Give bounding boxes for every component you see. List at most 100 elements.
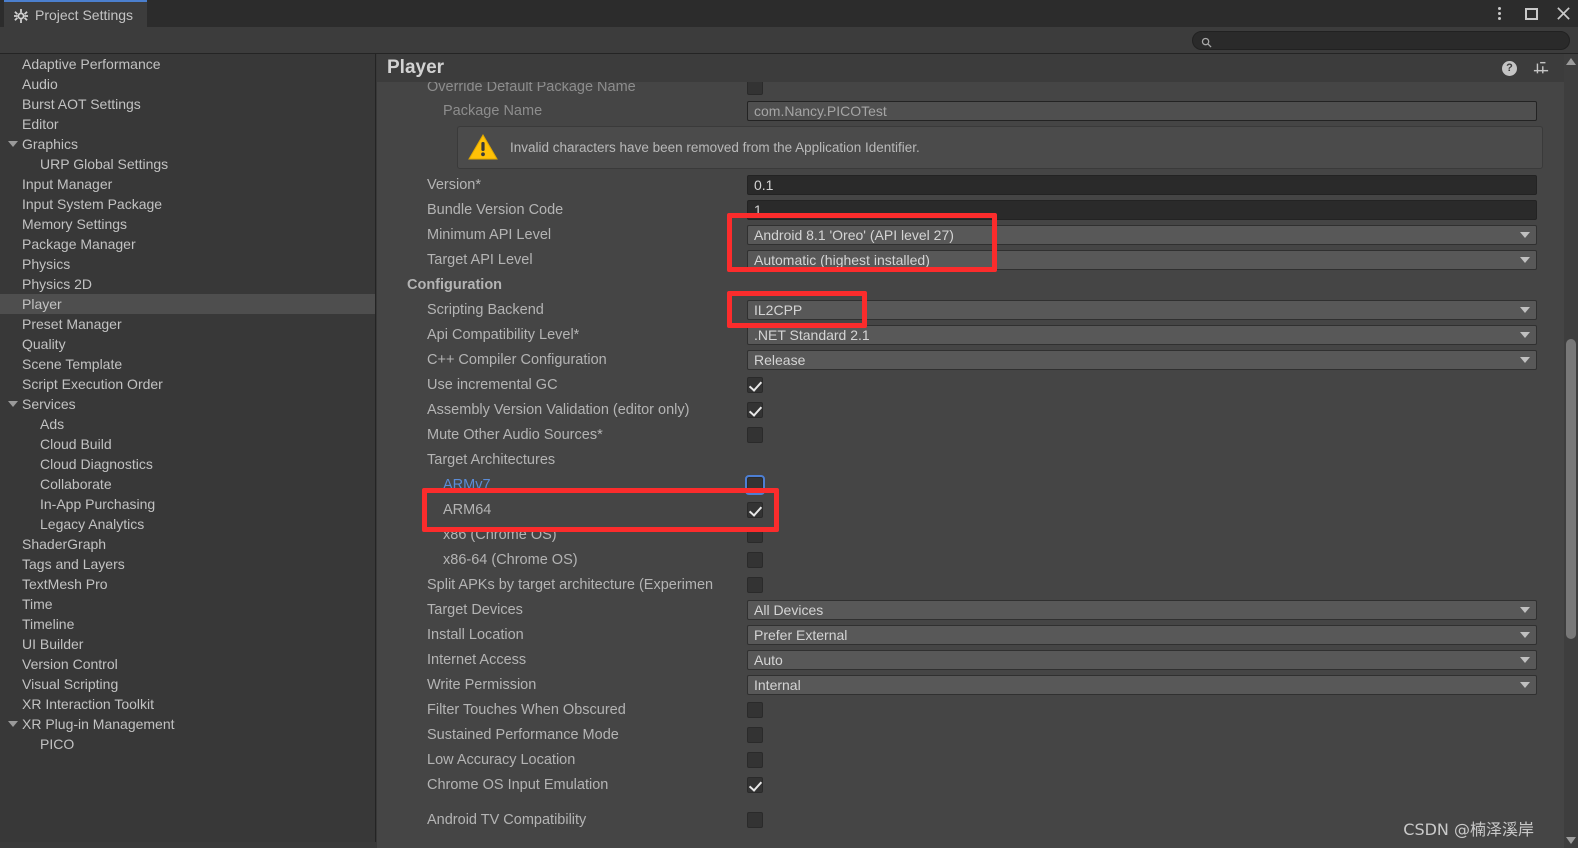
dropdown-target-devices[interactable]: All Devices	[747, 599, 1537, 620]
checkbox-x86-chrome-os[interactable]	[747, 526, 763, 543]
sidebar-item-xr-plug-in-management[interactable]: XR Plug-in Management	[0, 714, 375, 734]
preset-icon[interactable]	[1533, 60, 1549, 76]
tab-project-settings[interactable]: Project Settings	[4, 0, 148, 27]
expand-triangle-icon[interactable]	[8, 141, 18, 147]
sidebar-item-label: URP Global Settings	[40, 156, 169, 172]
setting-label: Minimum API Level	[427, 226, 552, 243]
sidebar-item-label: ShaderGraph	[22, 536, 107, 552]
sidebar-item-physics-2d[interactable]: Physics 2D	[0, 274, 375, 294]
close-icon[interactable]	[1554, 5, 1572, 23]
page-title: Player	[387, 57, 445, 78]
control-slot	[747, 376, 763, 393]
checkbox-chrome-os-input-emulation[interactable]	[747, 776, 763, 793]
sidebar-item-tags-and-layers[interactable]: Tags and Layers	[0, 554, 375, 574]
dropdown-scripting-backend[interactable]: IL2CPP	[747, 299, 1537, 320]
sidebar-item-graphics[interactable]: Graphics	[0, 134, 375, 154]
sidebar-nav-list: Adaptive Performance Audio Burst AOT Setti…	[0, 54, 375, 754]
setting-label: Use incremental GC	[427, 376, 558, 393]
setting-row-c-compiler-configuration: C++ Compiler Configuration Release	[399, 347, 1559, 372]
sidebar-item-collaborate[interactable]: Collaborate	[0, 474, 375, 494]
sidebar-item-label: Input Manager	[22, 176, 113, 192]
text-field-bundle-version-code[interactable]: 1	[747, 199, 1537, 220]
search-field[interactable]	[1192, 31, 1570, 50]
checkbox-armv7[interactable]	[745, 474, 765, 495]
expand-triangle-icon[interactable]	[8, 721, 18, 727]
sidebar-item-player[interactable]: Player	[0, 294, 375, 314]
sidebar-item-quality[interactable]: Quality	[0, 334, 375, 354]
search-input[interactable]	[1217, 34, 1547, 47]
sidebar-item-audio[interactable]: Audio	[0, 74, 375, 94]
setting-label: Internet Access	[427, 651, 527, 668]
expand-triangle-icon[interactable]	[8, 401, 18, 407]
sidebar-item-scene-template[interactable]: Scene Template	[0, 354, 375, 374]
text-field-package-name[interactable]: com.Nancy.PICOTest	[747, 100, 1537, 121]
sidebar-item-pico[interactable]: PICO	[0, 734, 375, 754]
sidebar-horizontal-scrollbar[interactable]	[0, 842, 377, 848]
sidebar-item-label: Tags and Layers	[22, 556, 125, 572]
sidebar-item-label: XR Plug-in Management	[22, 716, 175, 732]
checkbox-override-default-package-name[interactable]	[747, 82, 763, 95]
sidebar-item-textmesh-pro[interactable]: TextMesh Pro	[0, 574, 375, 594]
scroll-up-arrow-icon[interactable]	[1566, 58, 1576, 65]
sidebar-item-adaptive-performance[interactable]: Adaptive Performance	[0, 54, 375, 74]
sidebar-item-legacy-analytics[interactable]: Legacy Analytics	[0, 514, 375, 534]
sidebar-item-version-control[interactable]: Version Control	[0, 654, 375, 674]
sidebar-item-input-system-package[interactable]: Input System Package	[0, 194, 375, 214]
sidebar-item-script-execution-order[interactable]: Script Execution Order	[0, 374, 375, 394]
dropdown-write-permission[interactable]: Internal	[747, 674, 1537, 695]
window-vertical-scrollbar[interactable]	[1564, 54, 1578, 848]
setting-row-minimum-api-level: Minimum API Level Android 8.1 'Oreo' (API…	[399, 222, 1559, 247]
sidebar-item-visual-scripting[interactable]: Visual Scripting	[0, 674, 375, 694]
sidebar-item-in-app-purchasing[interactable]: In-App Purchasing	[0, 494, 375, 514]
scroll-down-arrow-icon[interactable]	[1566, 837, 1576, 844]
sidebar-item-services[interactable]: Services	[0, 394, 375, 414]
dropdown-minimum-api-level[interactable]: Android 8.1 'Oreo' (API level 27)	[747, 224, 1537, 245]
setting-row-chrome-os-input-emulation: Chrome OS Input Emulation	[399, 772, 1559, 797]
checkbox-low-accuracy-location[interactable]	[747, 751, 763, 768]
dropdown-install-location[interactable]: Prefer External	[747, 624, 1537, 645]
dropdown-api-compatibility-level[interactable]: .NET Standard 2.1	[747, 324, 1537, 345]
sidebar-item-burst-aot-settings[interactable]: Burst AOT Settings	[0, 94, 375, 114]
checkbox-mute-other-audio-sources[interactable]	[747, 426, 763, 443]
setting-row-override-default-package-name: Override Default Package Name	[399, 82, 1559, 98]
text-field-version[interactable]: 0.1	[747, 174, 1537, 195]
sidebar-item-time[interactable]: Time	[0, 594, 375, 614]
maximize-icon[interactable]	[1522, 5, 1540, 23]
sidebar-item-label: Adaptive Performance	[22, 56, 161, 72]
sidebar-item-cloud-build[interactable]: Cloud Build	[0, 434, 375, 454]
setting-row-scripting-backend: Scripting Backend IL2CPP	[399, 297, 1559, 322]
checkbox-sustained-performance-mode[interactable]	[747, 726, 763, 743]
sidebar-item-shadergraph[interactable]: ShaderGraph	[0, 534, 375, 554]
watermark: CSDN @楠泽溪岸	[1403, 820, 1534, 839]
sidebar-item-xr-interaction-toolkit[interactable]: XR Interaction Toolkit	[0, 694, 375, 714]
setting-label: x86 (Chrome OS)	[443, 526, 557, 543]
setting-row-configuration: Configuration	[399, 272, 1559, 297]
sidebar-item-physics[interactable]: Physics	[0, 254, 375, 274]
sidebar-item-urp-global-settings[interactable]: URP Global Settings	[0, 154, 375, 174]
help-icon[interactable]: ?	[1502, 60, 1517, 76]
setting-row-target-devices: Target Devices All Devices	[399, 597, 1559, 622]
checkbox-use-incremental-gc[interactable]	[747, 376, 763, 393]
sidebar-item-memory-settings[interactable]: Memory Settings	[0, 214, 375, 234]
checkbox-arm64[interactable]	[747, 501, 763, 518]
scrollbar-thumb[interactable]	[1566, 339, 1576, 639]
sidebar-item-package-manager[interactable]: Package Manager	[0, 234, 375, 254]
checkbox-x86-64-chrome-os[interactable]	[747, 551, 763, 568]
sidebar-item-cloud-diagnostics[interactable]: Cloud Diagnostics	[0, 454, 375, 474]
settings-category-sidebar[interactable]: Adaptive Performance Audio Burst AOT Setti…	[0, 54, 376, 848]
dropdown-c-compiler-configuration[interactable]: Release	[747, 349, 1537, 370]
sidebar-item-ads[interactable]: Ads	[0, 414, 375, 434]
dropdown-internet-access[interactable]: Auto	[747, 649, 1537, 670]
checkbox-split-apks-by-target-architecture-experimen[interactable]	[747, 576, 763, 593]
checkbox-android-tv-compatibility[interactable]	[747, 811, 763, 828]
sidebar-item-input-manager[interactable]: Input Manager	[0, 174, 375, 194]
sidebar-item-ui-builder[interactable]: UI Builder	[0, 634, 375, 654]
kebab-menu-icon[interactable]	[1490, 5, 1508, 23]
sidebar-item-preset-manager[interactable]: Preset Manager	[0, 314, 375, 334]
sidebar-item-label: Legacy Analytics	[40, 516, 145, 532]
dropdown-target-api-level[interactable]: Automatic (highest installed)	[747, 249, 1537, 270]
checkbox-assembly-version-validation-editor-only[interactable]	[747, 401, 763, 418]
sidebar-item-timeline[interactable]: Timeline	[0, 614, 375, 634]
checkbox-filter-touches-when-obscured[interactable]	[747, 701, 763, 718]
sidebar-item-editor[interactable]: Editor	[0, 114, 375, 134]
